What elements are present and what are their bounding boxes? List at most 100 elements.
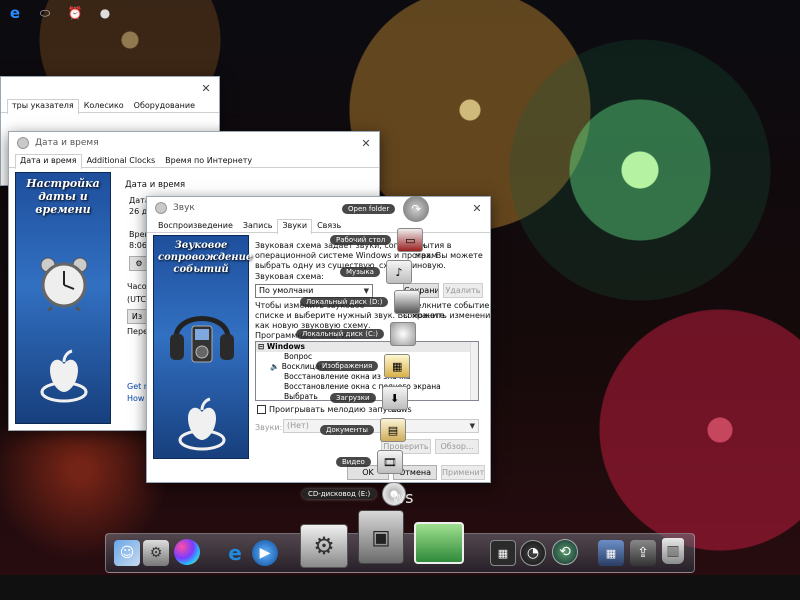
mouse-titlebar: ✕: [1, 77, 219, 99]
stack-item-label: Загрузки: [330, 393, 376, 403]
stack-item-disk-c[interactable]: Локальный диск (C:): [296, 322, 416, 346]
tab-date-time[interactable]: Дата и время: [15, 154, 82, 169]
speedometer-icon[interactable]: ◔: [520, 540, 546, 566]
hard-drive-icon[interactable]: ▣: [358, 510, 404, 564]
change-timezone-button[interactable]: Из: [127, 309, 147, 324]
tab-playback[interactable]: Воспроизведение: [153, 219, 238, 232]
close-icon[interactable]: ✕: [193, 82, 219, 95]
downloads-folder-icon: ⬇: [381, 386, 408, 410]
sound-side-panel: Звуковое сопровождение событий: [153, 235, 253, 459]
stack-item-label: Локальный диск (D:): [300, 297, 389, 307]
sounds-label: Звуки:: [255, 423, 283, 432]
stack-item-label: CD-дисковод (E:): [302, 489, 377, 499]
apple-globe-icon: [178, 397, 226, 451]
datetime-title: Дата и время: [35, 138, 99, 148]
datetime-panel-title: Настройка даты и времени: [26, 177, 100, 216]
tab-internet-time[interactable]: Время по Интернету: [160, 154, 257, 167]
stack-item-label: Изображения: [316, 361, 379, 371]
color-balls-icon[interactable]: [174, 539, 200, 565]
event-question: Вопрос: [284, 352, 313, 361]
datetime-tabs: Дата и время Additional Clocks Время по …: [9, 154, 379, 169]
sound-titlebar: Звук ✕: [147, 197, 490, 219]
tab-hardware[interactable]: Оборудование: [129, 99, 200, 112]
scheme-description-line-2a: операционной системе Windows и програм: [255, 251, 438, 260]
delete-button[interactable]: Удалить: [443, 283, 483, 298]
stack-item-cd-drive[interactable]: CD-дисковод (E:): [302, 482, 407, 506]
sound-tabs: Воспроизведение Запись Звуки Связь: [147, 219, 490, 234]
close-icon[interactable]: ✕: [353, 137, 379, 150]
stack-item-label: Локальный диск (C:): [296, 329, 384, 339]
taskbar: [0, 575, 800, 600]
toolbar-icon[interactable]: ⬭: [36, 4, 54, 22]
pictures-folder-icon: ▦: [384, 354, 411, 378]
alarm-icon[interactable]: ⏰: [66, 4, 84, 22]
music-folder-icon: ♪: [385, 260, 412, 284]
headphones-icon: [170, 316, 234, 363]
close-icon[interactable]: ✕: [464, 202, 490, 215]
videos-folder-icon: 🎞: [376, 450, 403, 474]
apply-button[interactable]: Применить: [441, 465, 485, 480]
scheme-label: Звуковая схема:: [255, 272, 324, 281]
time-value: 8:06: [129, 241, 147, 250]
scheme-description-line-3c: новую.: [417, 261, 446, 270]
stack-item-label: Рабочий стол: [330, 235, 392, 245]
dashboard-icon[interactable]: ▦: [490, 540, 516, 566]
stack-item-documents[interactable]: Документы ▤: [320, 418, 406, 442]
desktop-folder-icon: ▭: [397, 228, 424, 252]
disk-c-icon: [389, 322, 416, 346]
photos-icon[interactable]: [414, 522, 464, 564]
startup-melody-checkbox[interactable]: [257, 405, 266, 414]
browse-button[interactable]: Обзор...: [435, 439, 479, 454]
sound-panel-title: Звуковое сопровождение событий: [158, 240, 253, 275]
datetime-titlebar: Дата и время ✕: [9, 132, 379, 154]
stack-item-desktop[interactable]: Рабочий стол ▭: [330, 228, 424, 252]
list-scrollbar[interactable]: [470, 342, 478, 400]
speaker-icon: [155, 202, 167, 214]
time-machine-icon[interactable]: ⟲: [552, 539, 578, 565]
datetime-side-panel: Настройка даты и времени: [15, 172, 111, 424]
scheme-description-line-2b: мах. Вы можете: [415, 251, 483, 260]
documents-folder-icon: ▤: [379, 418, 406, 442]
stack-item-disk-d[interactable]: Локальный диск (D:): [300, 290, 421, 314]
datetime-section-label: Дата и время: [125, 180, 186, 190]
stack-item-music[interactable]: Музыка ♪: [340, 260, 412, 284]
tab-sounds[interactable]: Звуки: [277, 219, 313, 234]
open-folder-label: Open folder: [342, 204, 396, 214]
apple-globe-icon: [40, 349, 88, 403]
desktop-partial-text: ws: [392, 488, 414, 507]
spaces-icon[interactable]: ▦: [598, 540, 624, 566]
event-select: Выбрать: [284, 392, 318, 401]
stack-item-downloads[interactable]: Загрузки ⬇: [330, 386, 408, 410]
tab-recording[interactable]: Запись: [238, 219, 278, 232]
settings-icon[interactable]: ⚙: [143, 540, 169, 566]
disk-d-icon: [394, 290, 421, 314]
speaker-icon: 🔈: [270, 362, 282, 371]
apple-icon[interactable]: ●: [96, 4, 114, 22]
stack-open-folder[interactable]: Open folder ↷: [342, 196, 430, 222]
tree-collapse-icon: ⊟: [258, 342, 267, 351]
quicktime-icon[interactable]: ▶: [252, 540, 278, 566]
stack-item-label: Видео: [336, 457, 371, 467]
sounds-select-value: (Нет): [287, 421, 309, 430]
share-icon[interactable]: ⇪: [630, 540, 656, 566]
finder-icon[interactable]: ☺: [114, 540, 140, 566]
tab-wheel[interactable]: Колесико: [79, 99, 129, 112]
trash-icon[interactable]: ▥: [662, 538, 684, 564]
tab-pointer-params[interactable]: тры указателя: [7, 99, 79, 114]
ie-icon[interactable]: e: [222, 540, 248, 566]
events-text-line-1b: щелкните событие в: [409, 301, 497, 310]
stack-item-pictures[interactable]: Изображения ▦: [316, 354, 411, 378]
chevron-down-icon: ▼: [469, 422, 475, 430]
stack-item-videos[interactable]: Видео 🎞: [336, 450, 403, 474]
tab-additional-clocks[interactable]: Additional Clocks: [82, 154, 161, 167]
clock-icon: [17, 137, 29, 149]
system-preferences-icon[interactable]: ⚙: [300, 524, 348, 568]
edge-icon[interactable]: e: [6, 4, 24, 22]
sound-title: Звук: [173, 203, 195, 213]
mouse-tabs: тры указателя Колесико Оборудование: [1, 99, 219, 114]
arrow-circle-icon: ↷: [403, 196, 430, 222]
stack-item-label: Документы: [320, 425, 374, 435]
date-value: 26 д: [129, 207, 148, 216]
stack-item-label: Музыка: [340, 267, 380, 277]
alarm-clock-icon: [40, 257, 88, 311]
